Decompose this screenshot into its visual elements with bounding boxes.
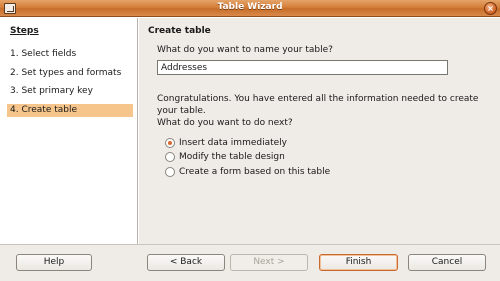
step-set-types-and-formats[interactable]: 2. Set types and formats — [7, 67, 133, 80]
close-button[interactable]: × — [484, 2, 497, 15]
back-button[interactable]: < Back — [147, 254, 225, 271]
next-action-prompt: What do you want to do next? — [157, 118, 293, 128]
congratulations-text: Congratulations. You have entered all th… — [157, 94, 479, 116]
steps-heading: Steps — [10, 26, 39, 36]
title-bar: Table Wizard × — [0, 0, 500, 17]
step-set-primary-key[interactable]: 3. Set primary key — [7, 85, 133, 98]
radio-unchecked-icon[interactable] — [165, 152, 175, 162]
steps-panel: Steps 1. Select fields 2. Set types and … — [0, 18, 138, 244]
help-button[interactable]: Help — [16, 254, 92, 271]
page-title: Create table — [148, 26, 211, 36]
radio-checked-icon[interactable] — [165, 138, 175, 148]
window-title: Table Wizard — [217, 2, 283, 12]
option-label: Create a form based on this table — [179, 167, 331, 177]
radio-unchecked-icon[interactable] — [165, 167, 175, 177]
finish-button[interactable]: Finish — [319, 254, 398, 271]
cancel-button[interactable]: Cancel — [408, 254, 486, 271]
option-label: Modify the table design — [179, 152, 285, 162]
step-create-table[interactable]: 4. Create table — [7, 104, 133, 117]
table-name-field[interactable] — [157, 60, 448, 75]
step-select-fields[interactable]: 1. Select fields — [7, 48, 133, 61]
option-label: Insert data immediately — [179, 138, 287, 148]
main-content: Create table What do you want to name yo… — [139, 18, 500, 244]
next-button[interactable]: Next > — [230, 254, 308, 271]
option-modify-design[interactable]: Modify the table design — [165, 151, 285, 163]
button-bar: Help < Back Next > Finish Cancel — [0, 244, 500, 281]
option-create-form[interactable]: Create a form based on this table — [165, 166, 330, 178]
table-name-prompt: What do you want to name your table? — [157, 45, 333, 55]
option-insert-data[interactable]: Insert data immediately — [165, 137, 287, 149]
